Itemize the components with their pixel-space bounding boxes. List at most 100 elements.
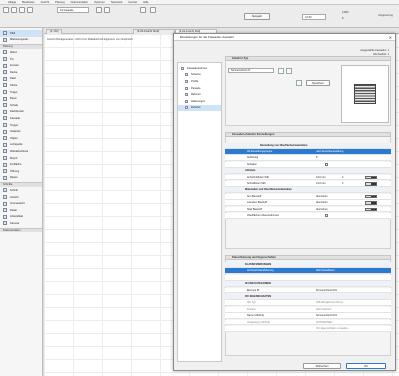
- toolbox-section-header[interactable]: Planung: [0, 44, 42, 49]
- property-row[interactable]: IFC Eigenschaften verwalten...: [225, 326, 391, 332]
- nav-item[interactable]: Schema: [178, 72, 221, 79]
- pen-swatch-icon[interactable]: [365, 175, 377, 180]
- layer-icon[interactable]: [96, 7, 102, 13]
- menu-item[interactable]: Optionen: [94, 1, 105, 4]
- property-row[interactable]: Schnittlinien Stift 0,10 mm 2: [225, 181, 391, 187]
- preview-plan-icon[interactable]: [296, 80, 302, 86]
- property-row[interactable]: Stab Baustoff Aluminium: [225, 206, 391, 213]
- tool-objekt[interactable]: Objekt: [0, 135, 42, 142]
- tool-raster[interactable]: Raster: [0, 175, 42, 182]
- stat-value-2: 8: [342, 17, 344, 20]
- favorites-icon[interactable]: [286, 68, 292, 74]
- pen-swatch-icon[interactable]: [365, 201, 377, 205]
- property-row[interactable]: Vorgabetyp (Attribut) NOTDEFINED: [225, 319, 391, 326]
- tool-kamera[interactable]: Kamera: [0, 220, 42, 227]
- tool-icon: [3, 201, 7, 206]
- tool-lichtquelle[interactable]: Lichtquelle: [0, 142, 42, 149]
- tool-fassade[interactable]: Fassade: [0, 115, 42, 122]
- toolbox-section-header[interactable]: Dokumentation: [0, 227, 42, 233]
- tool-pfeil[interactable]: Pfeil: [0, 30, 42, 37]
- tool-arbeitsblatt[interactable]: Arbeitsblatt: [0, 214, 42, 221]
- tool-decke[interactable]: Decke: [0, 69, 42, 76]
- property-row[interactable]: Ann Baustoff Aluminium: [225, 193, 391, 200]
- select-icon[interactable]: [3, 7, 9, 13]
- tool-stütze[interactable]: Stütze: [0, 82, 42, 89]
- property-row[interactable]: Name (Attribut) Sonnenschutz-001: [225, 313, 391, 319]
- tool-wand[interactable]: Wand: [0, 49, 42, 56]
- checkbox[interactable]: [325, 214, 328, 218]
- menu-item[interactable]: Ablage: [8, 1, 16, 4]
- nav-item[interactable]: Paneele: [178, 85, 221, 92]
- nav-item[interactable]: Halterungen: [178, 98, 221, 105]
- tool-freifläche[interactable]: Freifläche: [0, 161, 42, 168]
- menu-item[interactable]: Teamwork: [111, 1, 123, 4]
- property-row[interactable]: 2D-Einstellungsgruppe nach Ansichtseinste…: [225, 149, 391, 155]
- tool-wandabschluss[interactable]: Wandabschluss: [0, 148, 42, 155]
- property-key: Materialien und Oberflächenmaterialien: [245, 188, 292, 192]
- tool-geländer[interactable]: Geländer: [0, 128, 42, 135]
- menu-item[interactable]: Planung: [55, 1, 65, 4]
- tool-raum[interactable]: Raum: [0, 95, 42, 102]
- tool-treppe[interactable]: Treppe: [0, 122, 42, 129]
- nav-item[interactable]: Fassadenrahmen: [178, 65, 221, 72]
- checkbox[interactable]: [325, 163, 328, 167]
- toolbox-section-header[interactable]: Schnitte: [0, 182, 42, 187]
- tool-markierungsrah[interactable]: Markierungsrah...: [0, 37, 42, 44]
- property-row[interactable]: Schatten: [225, 161, 391, 168]
- type-thumbnail-icon[interactable]: [278, 68, 284, 74]
- layer-selector[interactable]: 10 Fassade: [57, 7, 89, 13]
- arrow-icon[interactable]: [19, 7, 25, 13]
- property-row[interactable]: Archicad Klassifizierung Nicht klassifizi…: [225, 268, 391, 275]
- save-type-button[interactable]: Speichern: [306, 80, 330, 86]
- menu-item[interactable]: Dokumentation: [71, 1, 88, 4]
- mirror-icon[interactable]: [150, 7, 156, 13]
- tool-detail[interactable]: Detail: [0, 207, 42, 214]
- value-field[interactable]: 0,133: [302, 14, 326, 20]
- pen-icon[interactable]: [104, 7, 110, 13]
- property-row[interactable]: Element ID Sonnenschutz-001: [225, 287, 391, 294]
- nav-item[interactable]: Rahmen: [178, 91, 221, 98]
- tool-tür[interactable]: Tür: [0, 56, 42, 63]
- tool-schale[interactable]: Schale: [0, 102, 42, 109]
- type-dropdown[interactable]: Sonnenschutz 27: [228, 68, 274, 73]
- nav-item-icon: [185, 106, 188, 110]
- ok-button[interactable]: OK: [346, 363, 386, 369]
- tool-schnitt[interactable]: Schnitt: [0, 187, 42, 194]
- property-row[interactable]: Auflösung 8: [225, 155, 391, 162]
- frame-icon[interactable]: [140, 7, 146, 13]
- menu-item[interactable]: Fenster: [128, 1, 137, 4]
- cancel-button[interactable]: Abbrechen: [303, 363, 341, 369]
- tool-dachfenster[interactable]: Dachfenster: [0, 109, 42, 116]
- mirror-button[interactable]: Spiegeln: [244, 13, 270, 20]
- tool-icon: [3, 70, 7, 75]
- tool-dach[interactable]: Dach: [0, 76, 42, 83]
- menu-item[interactable]: Bearbeiten: [22, 1, 35, 4]
- tool-label: Schnitt: [10, 188, 18, 192]
- property-row[interactable]: Lamellen Baustoff Aluminium: [225, 200, 391, 206]
- pen-swatch-icon[interactable]: [365, 194, 377, 199]
- tool-morph[interactable]: Morph: [0, 155, 42, 162]
- marquee-icon[interactable]: [11, 7, 17, 13]
- property-row[interactable]: Position Nicht definiert: [225, 306, 391, 313]
- tool-träger[interactable]: Träger: [0, 89, 42, 96]
- tool-fenster[interactable]: Fenster: [0, 62, 42, 69]
- nav-item[interactable]: Profile: [178, 78, 221, 85]
- tool-icon: [3, 37, 7, 42]
- tool-icon: [3, 116, 7, 121]
- nav-item[interactable]: Zubehör: [178, 104, 221, 112]
- tool-öffnung[interactable]: Öffnung: [0, 168, 42, 175]
- menu-item[interactable]: Ansicht: [41, 1, 50, 4]
- property-row[interactable]: Aufschnittlinien Stift 0,10 mm 2: [225, 174, 391, 181]
- property-row[interactable]: [225, 274, 391, 281]
- tool-innenansicht[interactable]: Innenansicht: [0, 200, 42, 207]
- property-key: Ann Baustoff: [247, 194, 262, 198]
- pen-swatch-icon[interactable]: [365, 207, 377, 212]
- property-row[interactable]: IFC Typ IfcBuildingElementProxy: [225, 300, 391, 307]
- close-icon[interactable]: ✕: [389, 35, 392, 40]
- magic-wand-icon[interactable]: [27, 7, 33, 13]
- pen-swatch-icon[interactable]: [365, 182, 377, 186]
- tool-ansicht[interactable]: Ansicht: [0, 194, 42, 201]
- property-row[interactable]: Oberflächen übereinstimmen: [225, 213, 391, 219]
- nav-item-icon: [185, 99, 188, 103]
- menu-item[interactable]: Hilfe: [143, 1, 148, 4]
